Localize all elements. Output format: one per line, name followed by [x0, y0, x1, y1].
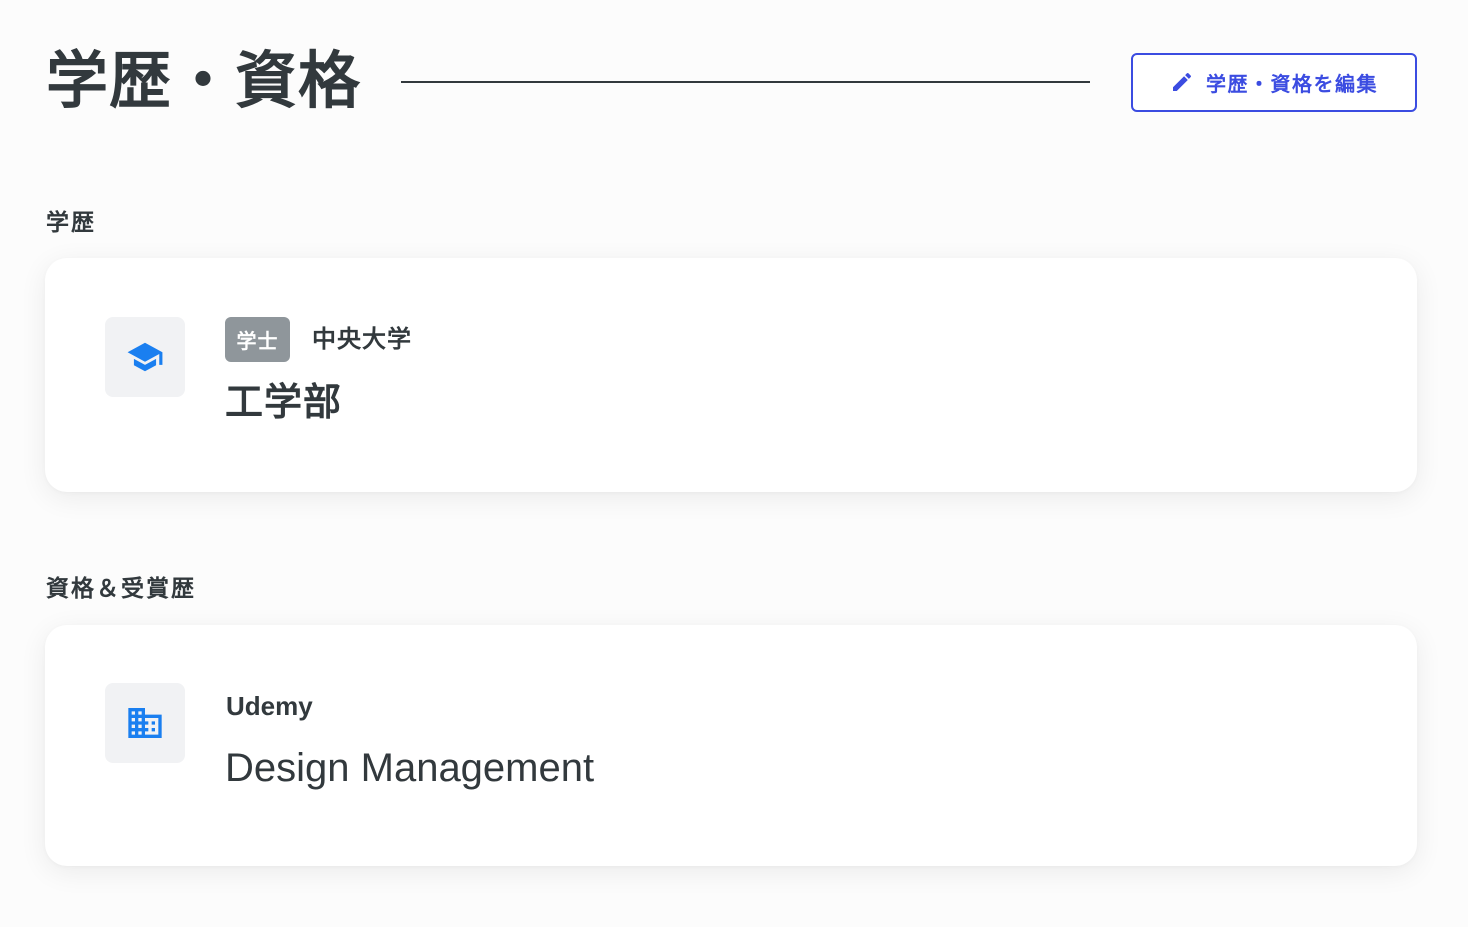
graduation-cap-icon	[127, 342, 163, 372]
certification-card: Udemy Design Management	[45, 625, 1417, 866]
school-name: 中央大学	[312, 326, 412, 353]
degree-badge: 学士	[225, 317, 290, 362]
page-title: 学歴・資格	[46, 47, 362, 116]
certification-name: Design Management	[225, 746, 595, 790]
education-card: 学士 中央大学 工学部	[45, 258, 1417, 492]
certification-issuer: Udemy	[226, 691, 313, 721]
education-icon-box	[105, 317, 185, 397]
title-divider	[401, 81, 1090, 83]
building-icon	[128, 708, 162, 738]
certification-icon-box	[105, 683, 185, 763]
edit-education-certifications-button[interactable]: 学歴・資格を編集	[1131, 52, 1417, 112]
education-section-label: 学歴	[46, 209, 96, 235]
faculty-name: 工学部	[225, 382, 343, 424]
certifications-section-label: 資格＆受賞歴	[46, 575, 196, 601]
page-header: 学歴・資格 学歴・資格を編集	[46, 34, 1417, 130]
pencil-icon	[1170, 70, 1194, 94]
edit-button-label: 学歴・資格を編集	[1206, 73, 1378, 96]
